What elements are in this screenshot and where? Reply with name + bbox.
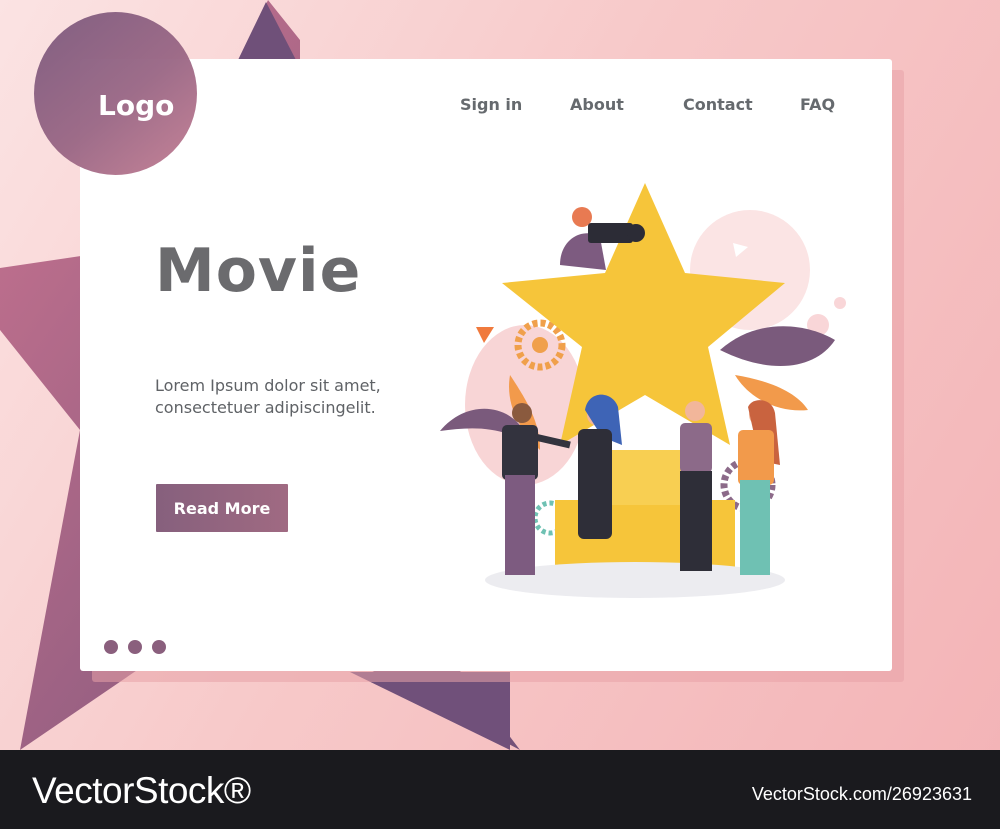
watermark-stock-id: VectorStock.com/26923631 — [751, 784, 972, 804]
leaf-purple-right — [720, 326, 835, 367]
bubble-2 — [834, 297, 846, 309]
nav-faq[interactable]: FAQ — [800, 95, 835, 114]
movie-award-illustration — [440, 183, 846, 598]
read-more-button[interactable]: Read More — [156, 484, 288, 532]
background-triangle-bottom — [350, 672, 510, 750]
man-right-figure — [680, 401, 712, 571]
nav-contact[interactable]: Contact — [683, 95, 753, 114]
pagination-dot-3[interactable] — [152, 640, 166, 654]
hero-description-line-2: consectetuer adipiscingelit. — [155, 398, 376, 417]
nav-about[interactable]: About — [570, 95, 624, 114]
page-title: Movie — [155, 236, 362, 306]
leaf-orange-right — [735, 375, 808, 411]
watermark-footer: VectorStock® VectorStock.com/26923631 — [0, 750, 1000, 829]
hero-description: Lorem Ipsum dolor sit amet, consectetuer… — [155, 375, 455, 419]
pagination-dot-2[interactable] — [128, 640, 142, 654]
watermark-brand: VectorStock® — [32, 770, 251, 811]
podium-top — [610, 450, 690, 505]
top-navigation: Sign in About Contact FAQ — [0, 95, 1000, 115]
pagination-dot-1[interactable] — [104, 640, 118, 654]
hero-description-line-1: Lorem Ipsum dolor sit amet, — [155, 376, 381, 395]
nav-sign-in[interactable]: Sign in — [460, 95, 522, 114]
